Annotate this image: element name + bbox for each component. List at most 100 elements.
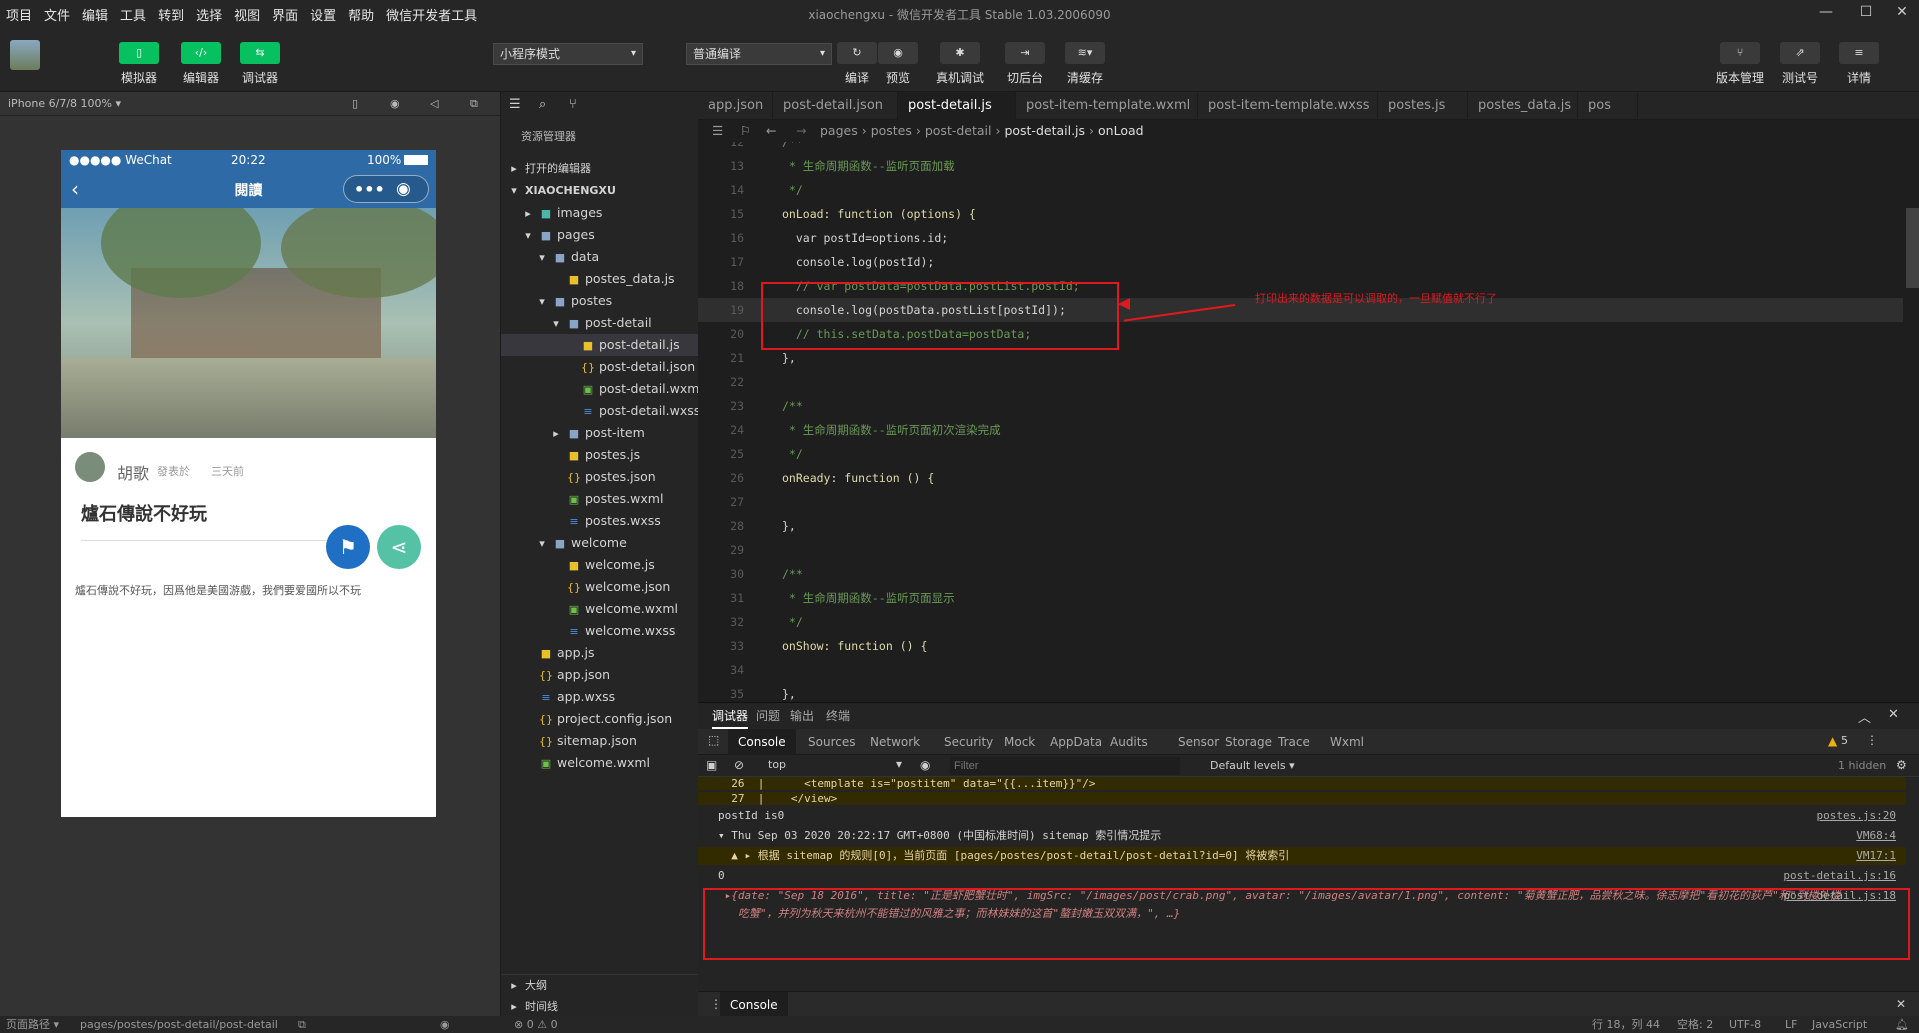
device-icon[interactable]: ▯ — [352, 92, 358, 116]
explorer-list-icon[interactable]: ☰ — [509, 97, 521, 112]
debugger-button[interactable]: ⇆ 调试器 — [230, 42, 290, 86]
editor-button[interactable]: ‹/› 编辑器 — [171, 42, 231, 86]
preview-button[interactable]: ◉ 预览 — [868, 42, 928, 86]
tree-item[interactable]: ≡ postes.wxss — [501, 510, 699, 532]
tab-terminal[interactable]: 终端 — [826, 703, 850, 729]
editor-tab[interactable]: app.json — [698, 92, 773, 120]
close-mini-icon[interactable]: ◉ — [396, 179, 411, 199]
menu-item[interactable]: 文件 — [38, 5, 76, 24]
eol[interactable]: LF — [1785, 1016, 1797, 1033]
compile-mode-select[interactable]: 普通编译 — [686, 43, 832, 65]
tab-problems[interactable]: 问题 — [756, 703, 780, 729]
settings-icon[interactable]: ⚙ — [1896, 758, 1907, 772]
back-nav-icon[interactable]: ← — [766, 120, 776, 142]
tree-item[interactable]: ■ postes_data.js — [501, 268, 699, 290]
inspect-icon[interactable]: ⬚ — [708, 733, 719, 747]
tree-item[interactable]: ≡ app.wxss — [501, 686, 699, 708]
menu-item[interactable]: 帮助 — [342, 5, 380, 24]
console-tab[interactable]: Network — [870, 729, 920, 755]
outline-section[interactable]: ▸ 大纲 — [501, 974, 699, 996]
problems-count[interactable]: ⊗ 0 ⚠ 0 — [514, 1016, 558, 1033]
clear-cache-button[interactable]: ≋▾ 清缓存 — [1055, 42, 1115, 86]
console-tab[interactable]: Security — [944, 729, 993, 755]
editor-tab[interactable]: post-item-template.wxml — [1016, 92, 1198, 120]
search-icon[interactable]: ⌕ — [539, 97, 546, 112]
popout-icon[interactable]: ⧉ — [470, 92, 478, 116]
console-tab[interactable]: Mock — [1004, 729, 1035, 755]
maximize-button[interactable]: ☐ — [1852, 4, 1880, 24]
visibility-icon[interactable]: ◉ — [440, 1016, 450, 1033]
tree-item[interactable]: ■ app.js — [501, 642, 699, 664]
menu-item[interactable]: 设置 — [304, 5, 342, 24]
bookmark-button[interactable]: ⚑ — [326, 525, 370, 569]
breadcrumb-item[interactable]: post-detail — [925, 123, 992, 138]
sidebar-toggle-icon[interactable]: ▣ — [706, 758, 717, 772]
tree-item[interactable]: ■ post-detail.js — [501, 334, 699, 356]
cursor-position[interactable]: 行 18，列 44 — [1592, 1016, 1660, 1033]
menu-item[interactable]: 界面 — [266, 5, 304, 24]
tree-item[interactable]: ▸ ■ images — [501, 202, 699, 224]
tree-item[interactable]: {} welcome.json — [501, 576, 699, 598]
more-options-icon[interactable]: ⋮ — [1866, 733, 1878, 747]
levels-select[interactable]: Default levels ▾ — [1210, 759, 1295, 772]
breadcrumb-item[interactable]: pages — [820, 123, 858, 138]
tree-item[interactable]: ■ welcome.js — [501, 554, 699, 576]
tree-item[interactable]: {} project.config.json — [501, 708, 699, 730]
menu-item[interactable]: 编辑 — [76, 5, 114, 24]
record-icon[interactable]: ◉ — [390, 92, 400, 116]
warning-icon[interactable]: ▲ — [1828, 734, 1837, 748]
bookmark-nav-icon[interactable]: ⚐ — [740, 120, 751, 142]
console-tab[interactable]: AppData — [1050, 729, 1102, 755]
editor-tab[interactable]: postes.js — [1378, 92, 1468, 120]
copy-icon[interactable]: ⧉ — [298, 1016, 306, 1033]
source-control-icon[interactable]: ⑂ — [569, 97, 577, 112]
mode-select[interactable]: 小程序模式 — [493, 43, 643, 65]
tree-item[interactable]: ▾ ■ postes — [501, 290, 699, 312]
close-panel-icon[interactable]: ✕ — [1888, 707, 1899, 722]
version-button[interactable]: ⑂ 版本管理 — [1705, 42, 1775, 86]
source-link[interactable]: VM17:1 — [1856, 847, 1896, 865]
simulator-button[interactable]: ▯ 模拟器 — [109, 42, 169, 86]
source-link[interactable]: post-detail.js:16 — [1783, 867, 1896, 885]
background-button[interactable]: ⇥ 切后台 — [995, 42, 1055, 86]
console-tab[interactable]: Sources — [808, 729, 855, 755]
breadcrumb-item[interactable]: postes — [871, 123, 912, 138]
real-debug-button[interactable]: ✱ 真机调试 — [930, 42, 990, 86]
menu-item[interactable]: 工具 — [114, 5, 152, 24]
tree-item[interactable]: {} sitemap.json — [501, 730, 699, 752]
context-select[interactable]: top — [768, 758, 786, 771]
tree-item[interactable]: ≡ post-detail.wxss — [501, 400, 700, 422]
close-window-button[interactable]: ✕ — [1888, 4, 1916, 24]
sound-icon[interactable]: ◁ — [430, 92, 438, 116]
more-icon[interactable]: ••• — [354, 180, 385, 199]
page-path-label[interactable]: 页面路径 ▾ — [6, 1016, 59, 1033]
tree-item[interactable]: ▾ ■ pages — [501, 224, 699, 246]
device-select[interactable]: iPhone 6/7/8 100% ▾ — [8, 97, 121, 110]
editor-tab[interactable]: pos — [1578, 92, 1638, 120]
editor-tab[interactable]: post-detail.js — [898, 92, 1016, 120]
tree-item[interactable]: ▾ ■ data — [501, 246, 699, 268]
source-link[interactable]: postes.js:20 — [1817, 807, 1896, 825]
tree-item[interactable]: ▸ ■ post-item — [501, 422, 699, 444]
console-tab[interactable]: Console — [728, 729, 796, 755]
timeline-section[interactable]: ▸ 时间线 — [501, 996, 699, 1018]
tree-item[interactable]: ▣ post-detail.wxml — [501, 378, 703, 400]
project-avatar[interactable] — [10, 40, 40, 70]
menu-item[interactable]: 选择 — [190, 5, 228, 24]
forward-nav-icon[interactable]: → — [796, 120, 806, 142]
console-tab[interactable]: Sensor — [1178, 729, 1219, 755]
share-button[interactable]: ⋖ — [377, 525, 421, 569]
tree-item[interactable]: ≡ welcome.wxss — [501, 620, 699, 642]
drawer-console-tab[interactable]: Console — [720, 992, 788, 1018]
minimize-button[interactable]: — — [1812, 4, 1840, 24]
menu-item[interactable]: 项目 — [0, 5, 38, 24]
breadcrumb-item[interactable]: onLoad — [1098, 123, 1144, 138]
live-expression-icon[interactable]: ◉ — [920, 758, 930, 772]
editor-tab[interactable]: postes_data.js — [1468, 92, 1578, 120]
tree-item[interactable]: ■ postes.js — [501, 444, 699, 466]
source-link[interactable]: VM68:4 — [1856, 827, 1896, 845]
encoding[interactable]: UTF-8 — [1729, 1016, 1761, 1033]
clear-console-icon[interactable]: ⊘ — [734, 758, 744, 772]
tree-item[interactable]: {} postes.json — [501, 466, 699, 488]
editor-tab[interactable]: post-detail.json — [773, 92, 898, 120]
